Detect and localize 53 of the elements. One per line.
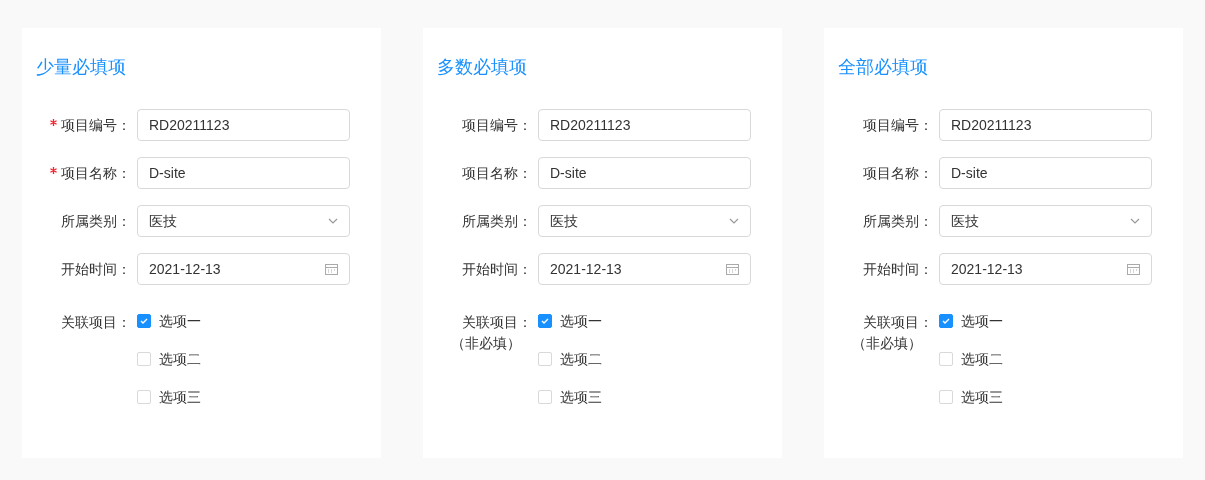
- option-label: 选项三: [961, 387, 1003, 407]
- field-label: 开始时间：: [863, 259, 933, 279]
- option-label: 选项三: [159, 387, 201, 407]
- calendar-icon: [325, 263, 338, 275]
- chevron-down-icon: [729, 218, 739, 224]
- checkbox[interactable]: [137, 314, 151, 328]
- check-icon: [942, 318, 950, 324]
- field-label: 关联项目：: [863, 313, 933, 332]
- field-label: 项目名称：: [462, 163, 532, 183]
- card-title: 少量必填项: [36, 58, 127, 76]
- field-label: 开始时间：: [462, 259, 532, 279]
- check-icon: [140, 318, 148, 324]
- option-label: 选项一: [159, 311, 201, 331]
- check-icon: [541, 318, 549, 324]
- date-field[interactable]: 2021-12-13: [137, 253, 350, 285]
- checkbox[interactable]: [939, 314, 953, 328]
- field-note: （非必填）: [852, 334, 922, 353]
- select-field[interactable]: 医技: [137, 205, 350, 237]
- text-field[interactable]: RD20211123: [939, 109, 1152, 141]
- chevron-down-icon: [1130, 218, 1140, 224]
- field-label: 项目编号：: [462, 115, 532, 135]
- text-field[interactable]: D-site: [939, 157, 1152, 189]
- text-field[interactable]: RD20211123: [137, 109, 350, 141]
- text-field[interactable]: D-site: [538, 157, 751, 189]
- field-note: （非必填）: [451, 334, 521, 353]
- checkbox[interactable]: [538, 314, 552, 328]
- field-label: 关联项目：: [462, 313, 532, 332]
- option-label: 选项三: [560, 387, 602, 407]
- date-field[interactable]: 2021-12-13: [939, 253, 1152, 285]
- card-title: 多数必填项: [437, 58, 528, 76]
- field-label: 项目名称：: [61, 163, 131, 183]
- field-label: 所属类别：: [61, 211, 131, 231]
- field-label: 项目编号：: [61, 115, 131, 135]
- field-label: 所属类别：: [863, 211, 933, 231]
- option-label: 选项二: [961, 349, 1003, 369]
- option-label: 选项一: [560, 311, 602, 331]
- option-label: 选项二: [560, 349, 602, 369]
- calendar-icon: [726, 263, 739, 275]
- chevron-down-icon: [328, 218, 338, 224]
- select-field[interactable]: 医技: [939, 205, 1152, 237]
- date-field[interactable]: 2021-12-13: [538, 253, 751, 285]
- text-field[interactable]: RD20211123: [538, 109, 751, 141]
- calendar-icon: [1127, 263, 1140, 275]
- field-label: 所属类别：: [462, 211, 532, 231]
- select-field[interactable]: 医技: [538, 205, 751, 237]
- option-label: 选项一: [961, 311, 1003, 331]
- field-label: 开始时间：: [61, 259, 131, 279]
- field-label: 项目名称：: [863, 163, 933, 183]
- field-label: 关联项目：: [61, 313, 131, 332]
- option-label: 选项二: [159, 349, 201, 369]
- card-title: 全部必填项: [838, 58, 929, 76]
- text-field[interactable]: D-site: [137, 157, 350, 189]
- field-label: 项目编号：: [863, 115, 933, 135]
